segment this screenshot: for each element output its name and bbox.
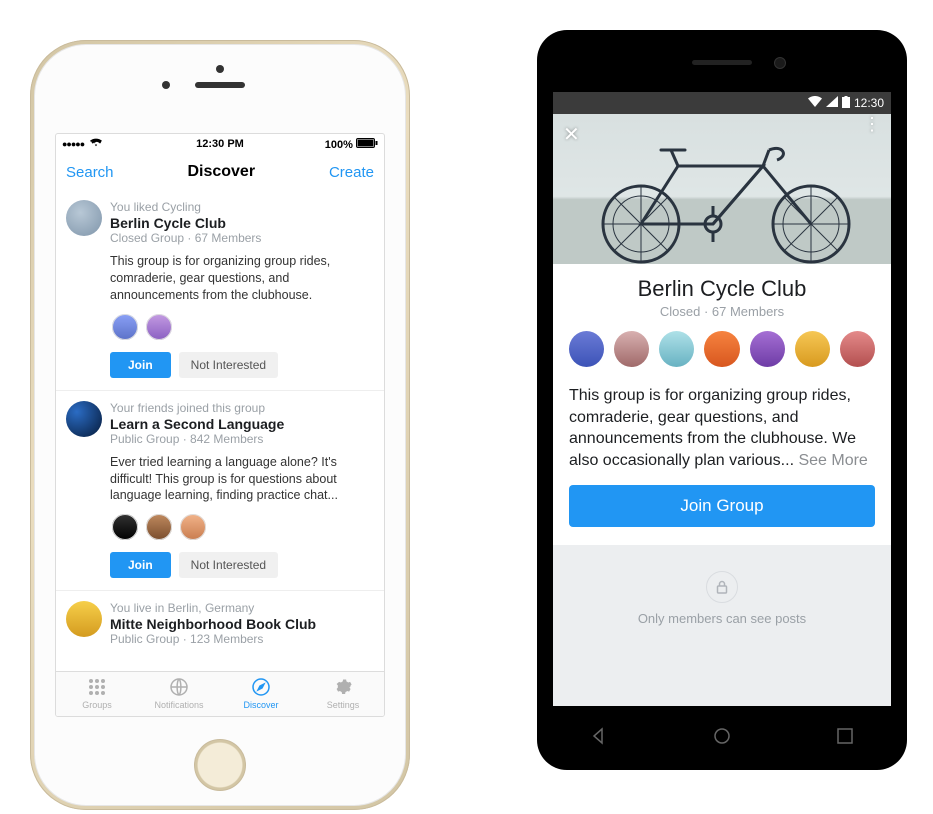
tab-discover[interactable]: Discover bbox=[220, 672, 302, 716]
globe-icon bbox=[170, 678, 188, 699]
ios-status-bar: ●●●●● 12:30 PM 100% bbox=[56, 134, 384, 154]
member-avatar bbox=[110, 312, 140, 342]
iphone-bezel: ●●●●● 12:30 PM 100% Search bbox=[34, 44, 406, 806]
nav-search-link[interactable]: Search bbox=[66, 164, 114, 181]
group-name[interactable]: Learn a Second Language bbox=[110, 416, 374, 432]
private-posts-label: Only members can see posts bbox=[553, 611, 891, 626]
home-key-icon[interactable] bbox=[712, 726, 732, 751]
status-time: 12:30 PM bbox=[56, 138, 384, 150]
member-avatar[interactable] bbox=[659, 331, 694, 367]
tab-groups[interactable]: Groups bbox=[56, 672, 138, 716]
android-speaker bbox=[692, 60, 752, 65]
status-time: 12:30 bbox=[854, 96, 884, 110]
member-avatar bbox=[178, 512, 208, 542]
group-description: This group is for organizing group rides… bbox=[110, 253, 374, 304]
join-button[interactable]: Join bbox=[110, 352, 171, 378]
home-button[interactable] bbox=[194, 739, 246, 791]
member-avatar[interactable] bbox=[704, 331, 739, 367]
ios-tab-bar: Groups Notifications Discover bbox=[56, 671, 384, 716]
android-front-camera bbox=[774, 57, 786, 69]
proximity-sensor bbox=[216, 65, 224, 73]
ios-nav-bar: Search Discover Create bbox=[56, 154, 384, 191]
gear-icon bbox=[334, 678, 352, 699]
group-card[interactable]: You liked Cycling Berlin Cycle Club Clos… bbox=[56, 190, 384, 391]
cell-signal-icon bbox=[826, 96, 838, 110]
see-more-link[interactable]: See More bbox=[798, 452, 867, 469]
tab-label: Discover bbox=[243, 700, 278, 710]
grid-icon bbox=[88, 678, 106, 699]
recent-key-icon[interactable] bbox=[835, 726, 855, 751]
not-interested-button[interactable]: Not Interested bbox=[179, 352, 278, 378]
member-avatars bbox=[110, 512, 374, 542]
nav-create-link[interactable]: Create bbox=[329, 164, 374, 181]
compass-icon bbox=[252, 678, 270, 699]
battery-icon bbox=[842, 96, 850, 111]
group-description: Ever tried learning a language alone? It… bbox=[110, 454, 374, 505]
recommendation-reason: You live in Berlin, Germany bbox=[110, 601, 374, 615]
member-avatar bbox=[144, 512, 174, 542]
member-avatars bbox=[569, 331, 875, 367]
recommendation-reason: Your friends joined this group bbox=[110, 401, 374, 415]
bicycle-illustration bbox=[553, 126, 891, 266]
not-interested-button[interactable]: Not Interested bbox=[179, 552, 278, 578]
group-avatar bbox=[66, 401, 102, 437]
group-header-card: Berlin Cycle Club Closed · 67 Members bbox=[553, 264, 891, 385]
member-avatar[interactable] bbox=[750, 331, 785, 367]
group-avatar bbox=[66, 200, 102, 236]
group-meta: Closed · 67 Members bbox=[569, 304, 875, 319]
tab-label: Settings bbox=[327, 700, 360, 710]
group-meta: Closed Group · 67 Members bbox=[110, 231, 374, 245]
member-avatar bbox=[110, 512, 140, 542]
tab-label: Groups bbox=[82, 700, 112, 710]
tab-label: Notifications bbox=[154, 700, 203, 710]
member-avatar[interactable] bbox=[614, 331, 649, 367]
wifi-icon bbox=[808, 96, 822, 110]
group-name[interactable]: Mitte Neighborhood Book Club bbox=[110, 616, 374, 632]
join-button-container: Join Group bbox=[553, 471, 891, 545]
iphone-screen: ●●●●● 12:30 PM 100% Search bbox=[55, 133, 385, 717]
back-key-icon[interactable] bbox=[589, 726, 609, 751]
group-avatar bbox=[66, 601, 102, 637]
join-group-button[interactable]: Join Group bbox=[569, 485, 875, 527]
member-avatar[interactable] bbox=[569, 331, 604, 367]
recommendation-reason: You liked Cycling bbox=[110, 200, 374, 214]
android-screen: 12:30 ✕ ⋮ bbox=[553, 92, 891, 706]
group-meta: Public Group · 123 Members bbox=[110, 632, 374, 646]
member-avatar bbox=[144, 312, 174, 342]
android-status-bar: 12:30 bbox=[553, 92, 891, 114]
android-device-frame: 12:30 ✕ ⋮ bbox=[537, 30, 907, 770]
group-name[interactable]: Berlin Cycle Club bbox=[110, 215, 374, 231]
group-cover-photo: ✕ ⋮ bbox=[553, 114, 891, 264]
private-posts-notice: Only members can see posts bbox=[553, 545, 891, 652]
iphone-device-frame: ●●●●● 12:30 PM 100% Search bbox=[30, 40, 410, 810]
tab-notifications[interactable]: Notifications bbox=[138, 672, 220, 716]
lock-icon bbox=[706, 571, 738, 603]
android-soft-keys bbox=[537, 706, 907, 770]
join-button[interactable]: Join bbox=[110, 552, 171, 578]
group-meta: Public Group · 842 Members bbox=[110, 432, 374, 446]
member-avatar[interactable] bbox=[795, 331, 830, 367]
discover-feed[interactable]: You liked Cycling Berlin Cycle Club Clos… bbox=[56, 190, 384, 672]
member-avatar[interactable] bbox=[840, 331, 875, 367]
group-description: This group is for organizing group rides… bbox=[553, 385, 891, 471]
group-card[interactable]: You live in Berlin, Germany Mitte Neighb… bbox=[56, 591, 384, 666]
iphone-speaker bbox=[195, 82, 245, 88]
group-title: Berlin Cycle Club bbox=[569, 276, 875, 302]
iphone-front-camera bbox=[162, 81, 170, 89]
tab-settings[interactable]: Settings bbox=[302, 672, 384, 716]
member-avatars bbox=[110, 312, 374, 342]
group-card[interactable]: Your friends joined this group Learn a S… bbox=[56, 391, 384, 592]
nav-title: Discover bbox=[187, 163, 255, 181]
